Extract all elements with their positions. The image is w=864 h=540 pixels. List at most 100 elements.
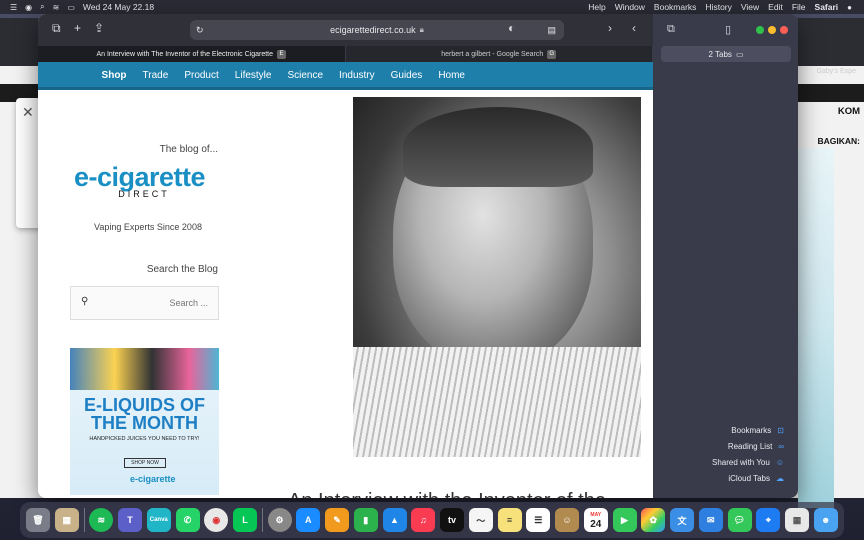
nav-trade[interactable]: Trade [143, 70, 169, 81]
nav-product[interactable]: Product [184, 70, 218, 81]
nav-shop[interactable]: Shop [102, 70, 127, 81]
keynote-icon[interactable]: ▲ [382, 508, 407, 532]
sidebar-item-shared[interactable]: Shared with You ☺ [653, 454, 798, 470]
favicon-icon: E [277, 49, 286, 59]
contacts-icon[interactable]: ☺ [555, 508, 579, 532]
menu-window[interactable]: Window [615, 2, 645, 12]
photos-icon[interactable]: ✿ [641, 508, 666, 532]
spotlight-icon[interactable]: ⌕ [40, 2, 44, 12]
forward-icon[interactable]: › [608, 21, 612, 35]
app-store-icon[interactable]: A [296, 508, 321, 532]
tab-bar: An Interview with The Inventor of the El… [38, 46, 653, 62]
article-title: An Interview with the Inventor of the [288, 490, 606, 498]
site-logo[interactable]: e-cigarette DIRECT [74, 162, 214, 199]
reminders-icon[interactable]: ☰ [526, 508, 551, 532]
google-favicon-icon: G [547, 49, 557, 59]
ad-headline: E-LIQUIDS OF THE MONTH [84, 395, 205, 433]
trash-icon[interactable]: 🗑 [26, 508, 50, 532]
sidebar-item-label: Reading List [727, 441, 773, 451]
calendar-icon[interactable]: MAY 24 [583, 508, 608, 532]
background-share-label: BAGIKAN: [817, 136, 861, 146]
site-navbar: Shop Trade Product Lifestyle Science Ind… [38, 62, 653, 90]
nav-lifestyle[interactable]: Lifestyle [235, 70, 272, 81]
chrome-icon[interactable]: ◉ [204, 508, 229, 532]
ad-subtext: HANDPICKED JUICES YOU NEED TO TRY! [89, 436, 200, 442]
sidebar-item-label: Bookmarks [731, 425, 772, 435]
sidebar-list: Bookmarks ⊡ Reading List ∞ Shared with Y… [653, 422, 798, 486]
settings-icon[interactable]: ⚙ [267, 508, 292, 532]
messages-icon[interactable]: 💬︎ [727, 508, 752, 532]
sidebar-item-icloud[interactable]: iCloud Tabs ☁ [653, 470, 798, 486]
background-ad[interactable] [798, 148, 834, 508]
menu-help[interactable]: Help [588, 2, 605, 12]
tab-interview[interactable]: An Interview with The Inventor of the El… [38, 46, 346, 62]
calendar-day: 24 [590, 519, 602, 530]
tab-overview-icon[interactable]: ⧉ [52, 21, 61, 36]
close-icon[interactable]: ✕ [22, 104, 34, 121]
reader-icon[interactable]: ▤ [547, 25, 556, 36]
translate-icon[interactable]: 文 [670, 508, 694, 532]
wifi-icon[interactable]: ≋ [53, 3, 60, 12]
share-icon[interactable]: ⇪ [94, 21, 104, 35]
sidebar-tabs-item[interactable]: 2 Tabs ▭ [661, 46, 791, 62]
notes-icon[interactable]: ≡ [497, 508, 522, 532]
freeform-icon[interactable]: 〜 [468, 508, 493, 532]
sidebar-item-bookmarks[interactable]: Bookmarks ⊡ [653, 422, 798, 438]
safari-icon[interactable]: ⌖ [756, 508, 781, 532]
url-text: ecigarettedirect.co.uk [330, 25, 416, 35]
back-icon[interactable]: ‹ [632, 21, 636, 35]
new-tab-icon[interactable]: + [74, 21, 81, 35]
tab-google-search[interactable]: herbert a gilbert - Google Search G [346, 46, 653, 62]
whatsapp-icon[interactable]: ✆ [175, 508, 200, 532]
preview-icon[interactable]: ▦ [54, 508, 79, 532]
menu-view[interactable]: View [741, 2, 759, 12]
search-input[interactable] [93, 295, 208, 311]
tab-label: An Interview with The Inventor of the El… [96, 50, 273, 58]
control-center-icon[interactable]: ☰ [10, 3, 17, 12]
tv-icon[interactable]: tv [440, 508, 464, 532]
battery-icon[interactable]: ▭ [67, 3, 75, 12]
safari-sidebar: ⧉ ▯ 2 Tabs ▭ Bookmarks ⊡ Reading List ∞ … [653, 14, 798, 498]
photo-hair [403, 107, 593, 187]
line-icon[interactable]: L [233, 508, 257, 532]
sidebar-item-label: iCloud Tabs [728, 473, 770, 483]
pages-icon[interactable]: ✎ [325, 508, 349, 532]
nav-science[interactable]: Science [287, 70, 323, 81]
mail-icon[interactable]: ✉ [698, 508, 723, 532]
web-page: Shop Trade Product Lifestyle Science Ind… [38, 62, 653, 498]
canva-icon[interactable]: Canva [146, 508, 171, 532]
menu-app-name[interactable]: Safari [815, 2, 839, 12]
menu-history[interactable]: History [705, 2, 731, 12]
close-button[interactable] [780, 26, 788, 34]
ad-shop-button[interactable]: SHOP NOW [124, 458, 166, 468]
eliquids-ad[interactable]: E-LIQUIDS OF THE MONTH HANDPICKED JUICES… [70, 348, 219, 495]
minimize-button[interactable] [768, 26, 776, 34]
nav-home[interactable]: Home [438, 70, 465, 81]
finder-icon[interactable]: ☻ [813, 508, 838, 532]
apple-menu-icon[interactable]: ● [847, 3, 852, 12]
tab-group-icon[interactable]: ⧉ [667, 23, 675, 36]
search-icon[interactable]: ⚲ [81, 296, 88, 307]
teams-icon[interactable]: T [118, 508, 142, 532]
menu-clock[interactable]: Wed 24 May 22.18 [83, 2, 154, 12]
sidebar-toggle-icon[interactable]: ▯ [725, 23, 731, 36]
background-tab-text[interactable]: Gaby's Expe [817, 68, 856, 75]
menu-edit[interactable]: Edit [768, 2, 783, 12]
dock-separator [83, 508, 85, 532]
sidebar-item-reading-list[interactable]: Reading List ∞ [653, 438, 798, 454]
nav-guides[interactable]: Guides [391, 70, 423, 81]
facetime-icon[interactable]: ▶ [612, 508, 637, 532]
spotify-icon[interactable]: ≋ [89, 508, 114, 532]
numbers-icon[interactable]: ▮ [353, 508, 378, 532]
menu-bookmarks[interactable]: Bookmarks [654, 2, 697, 12]
zoom-button[interactable] [756, 26, 764, 34]
launchpad-icon[interactable]: ▦ [785, 508, 809, 532]
music-icon[interactable]: ♫ [411, 508, 436, 532]
privacy-icon[interactable]: ◐ [508, 21, 515, 35]
shared-icon: ☺ [775, 457, 784, 467]
menu-file[interactable]: File [792, 2, 806, 12]
siri-icon[interactable]: ◉ [25, 3, 32, 12]
nav-industry[interactable]: Industry [339, 70, 375, 81]
background-heading: KOM [837, 106, 860, 117]
reload-icon[interactable]: ↻ [196, 25, 204, 36]
